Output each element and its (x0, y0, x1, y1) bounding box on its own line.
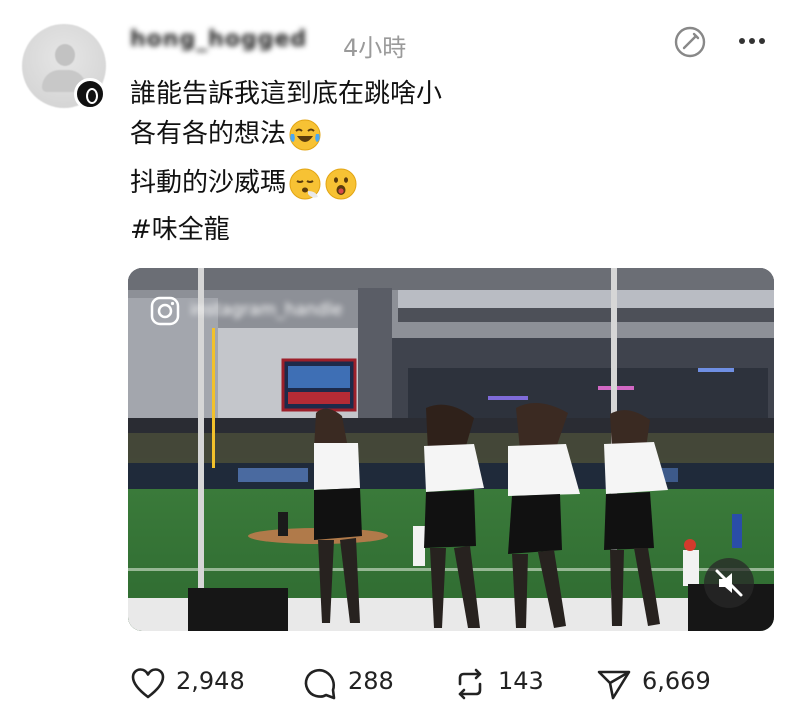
face-exhaling-icon (289, 168, 321, 199)
post-text-line-1: 誰能告訴我這到底在跳啥小 (130, 79, 443, 109)
share-count: 6,669 (642, 667, 711, 695)
video-frame (128, 268, 774, 631)
heart-icon (131, 668, 165, 699)
video-watermark: instagram_handle (190, 300, 343, 320)
post-timestamp: 4小時 (343, 34, 407, 62)
face-with-open-mouth-icon (325, 168, 357, 199)
face-with-tears-of-joy-icon (289, 119, 321, 150)
post-hashtag[interactable]: #味全龍 (130, 212, 230, 248)
avatar-head (55, 44, 75, 66)
reply-count: 288 (348, 667, 394, 695)
speaker-muted-icon (715, 569, 743, 597)
post-text-line-2: 各有各的想法 (130, 116, 322, 152)
edit-icon[interactable] (672, 24, 708, 60)
repost-count: 143 (498, 667, 544, 695)
post-video[interactable]: instagram_handle (128, 268, 774, 631)
threads-badge-icon (74, 78, 106, 110)
send-icon (597, 670, 631, 700)
repost-icon (458, 668, 482, 700)
username[interactable]: hong_hogged (130, 27, 307, 55)
mute-button[interactable] (704, 558, 754, 608)
like-count: 2,948 (176, 667, 245, 695)
more-options-icon[interactable] (735, 28, 769, 52)
post-text-line-3: 抖動的沙威瑪 (130, 165, 358, 201)
instagram-icon (150, 296, 180, 326)
comment-icon (304, 668, 336, 700)
